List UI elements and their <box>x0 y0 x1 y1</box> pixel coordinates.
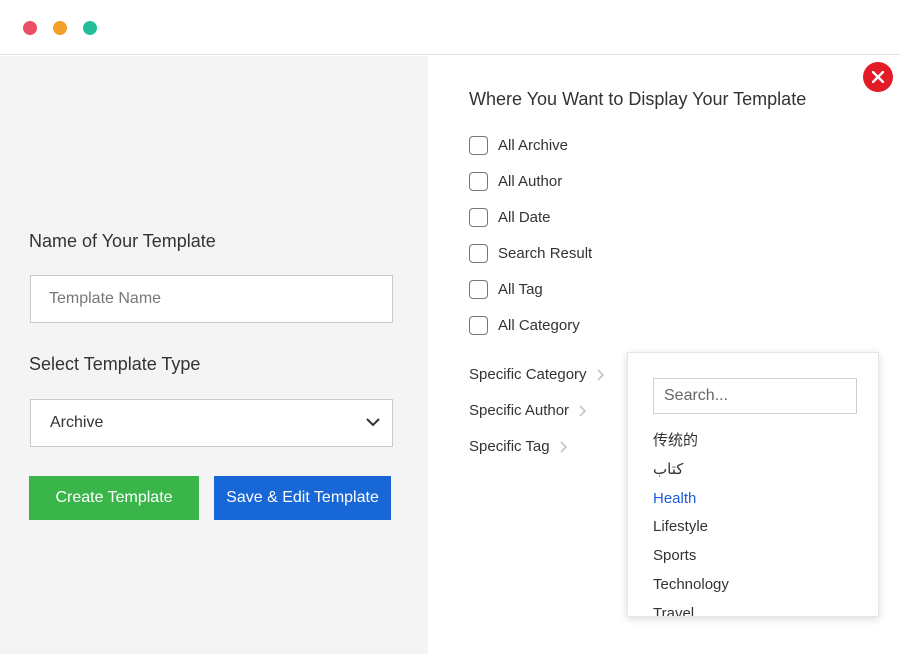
checkbox[interactable] <box>469 279 488 299</box>
chevron-down-icon <box>366 418 380 427</box>
close-icon <box>872 71 884 83</box>
display-conditions-title: Where You Want to Display Your Template <box>469 89 807 109</box>
template-type-label: Select Template Type <box>29 354 201 374</box>
checkbox-label: All Category <box>498 316 580 334</box>
template-type-select[interactable]: Archive <box>30 399 393 447</box>
window-titlebar <box>0 0 900 55</box>
specific-author-label: Specific Author <box>469 402 570 419</box>
checkbox-label: All Date <box>498 208 551 226</box>
category-option[interactable]: Technology <box>653 575 863 604</box>
checkbox[interactable] <box>469 243 488 263</box>
category-list: 传统的 كتاب Health Lifestyle Sports Technol… <box>653 431 863 616</box>
template-name-label: Name of Your Template <box>29 231 216 251</box>
checkbox-label: All Archive <box>498 136 569 154</box>
specific-author-toggle[interactable]: Specific Author <box>469 402 587 419</box>
category-option[interactable]: 传统的 <box>653 431 863 460</box>
specific-tag-label: Specific Tag <box>469 438 550 455</box>
save-edit-template-button[interactable]: Save & Edit Template <box>214 476 391 520</box>
window-maximize-dot[interactable] <box>83 21 97 35</box>
template-name-input[interactable] <box>30 275 393 323</box>
checkbox-row-search-result[interactable]: Search Result <box>469 243 592 263</box>
close-button[interactable] <box>863 62 893 92</box>
category-option-active[interactable]: Health <box>653 489 863 518</box>
checkbox[interactable] <box>469 171 488 191</box>
checkbox-label: All Tag <box>498 280 543 298</box>
checkbox-row-all-archive[interactable]: All Archive <box>469 135 568 155</box>
checkbox[interactable] <box>469 135 488 155</box>
checkbox-label: Search Result <box>498 244 593 262</box>
specific-category-label: Specific Category <box>469 366 587 383</box>
specific-tag-toggle[interactable]: Specific Tag <box>469 438 567 455</box>
checkbox-row-all-tag[interactable]: All Tag <box>469 279 543 299</box>
category-search-input[interactable] <box>653 378 857 414</box>
checkbox[interactable] <box>469 207 488 227</box>
category-dropdown: 传统的 كتاب Health Lifestyle Sports Technol… <box>627 352 879 617</box>
window-minimize-dot[interactable] <box>53 21 67 35</box>
category-option[interactable]: Travel <box>653 604 863 616</box>
window-close-dot[interactable] <box>23 21 37 35</box>
checkbox-label: All Author <box>498 172 563 190</box>
category-option[interactable]: Lifestyle <box>653 517 863 546</box>
checkbox[interactable] <box>469 315 488 335</box>
template-form-panel: Name of Your Template Select Template Ty… <box>0 56 428 654</box>
create-template-button[interactable]: Create Template <box>29 476 199 520</box>
template-type-value: Archive <box>50 414 104 431</box>
category-option[interactable]: Sports <box>653 546 863 575</box>
checkbox-row-all-category[interactable]: All Category <box>469 315 580 335</box>
category-option[interactable]: كتاب <box>653 460 863 489</box>
chevron-right-icon <box>596 368 604 381</box>
specific-category-toggle[interactable]: Specific Category <box>469 366 604 383</box>
checkbox-row-all-author[interactable]: All Author <box>469 171 562 191</box>
checkbox-row-all-date[interactable]: All Date <box>469 207 551 227</box>
chevron-right-icon <box>579 404 587 417</box>
chevron-right-icon <box>560 440 567 453</box>
